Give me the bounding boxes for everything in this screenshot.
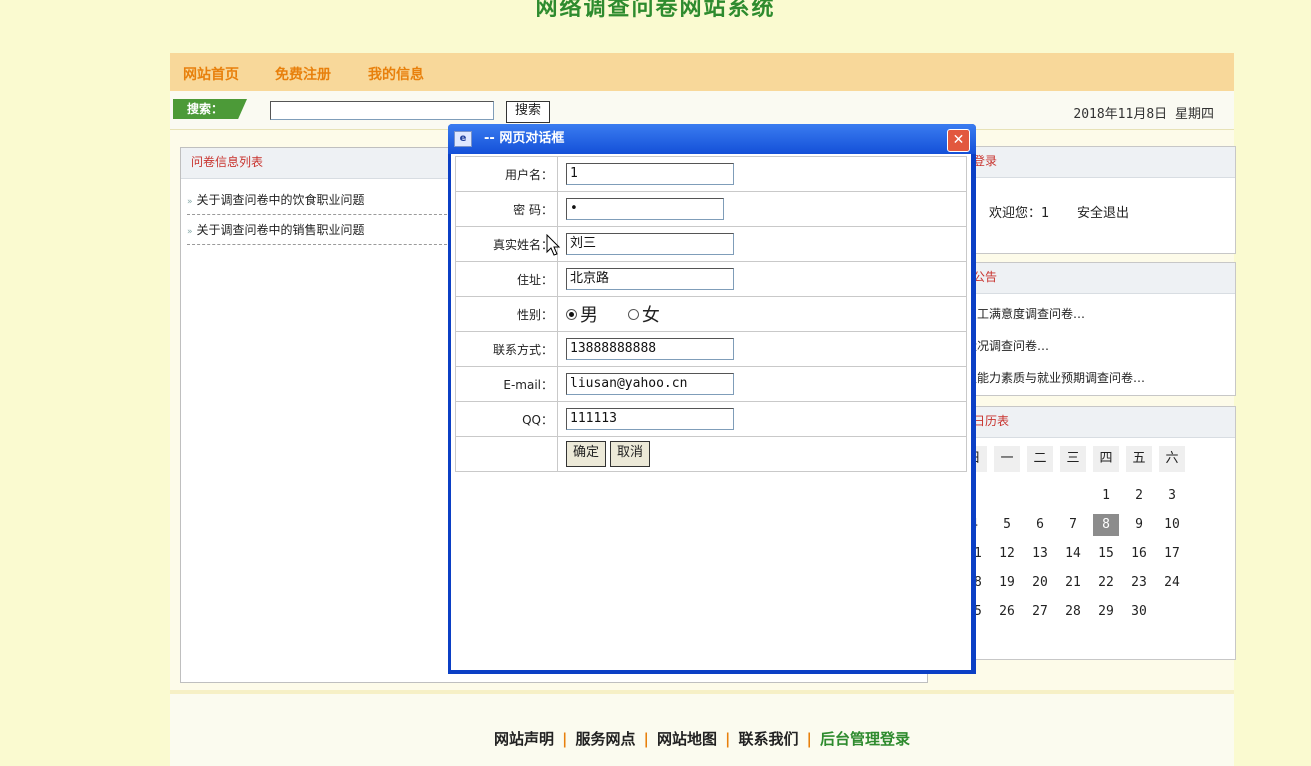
calendar-day[interactable]: 26 (994, 601, 1020, 623)
password-label: 密 码： (455, 191, 558, 227)
dialog-titlebar[interactable]: e -- 网页对话框 ✕ (448, 124, 976, 154)
bullet-icon: » (187, 227, 193, 237)
footer-link-contact[interactable]: 联系我们 (738, 730, 798, 748)
footer-link-statement[interactable]: 网站声明 (494, 730, 554, 748)
calendar-day[interactable]: 1 (1093, 485, 1119, 507)
calendar-day[interactable]: 3 (1159, 485, 1185, 507)
nav-home[interactable]: 网站首页 (183, 64, 239, 84)
list-item[interactable]: » 关于调查问卷中的销售职业问题 (187, 216, 447, 245)
calendar-day[interactable]: 28 (1060, 601, 1086, 623)
search-button[interactable]: 搜索 (506, 101, 550, 123)
calendar-weekday: 六 (1159, 446, 1185, 472)
mouse-cursor-icon (546, 234, 561, 256)
login-title: 登录 (961, 147, 1235, 178)
notice-item[interactable]: 状况调查问卷… (965, 337, 1049, 354)
qq-label: QQ： (455, 401, 558, 437)
calendar-day[interactable]: 12 (994, 543, 1020, 565)
calendar-day[interactable]: 19 (994, 572, 1020, 594)
top-nav: 网站首页 免费注册 我的信息 (170, 53, 1234, 91)
calendar-day[interactable]: 23 (1126, 572, 1152, 594)
calendar-day[interactable]: 2 (1126, 485, 1152, 507)
calendar-day[interactable]: 16 (1126, 543, 1152, 565)
footer-link-admin-login[interactable]: 后台管理登录 (820, 730, 910, 748)
username-label: 用户名： (455, 156, 558, 192)
calendar-weekday: 二 (1027, 446, 1053, 472)
footer-link-service[interactable]: 服务网点 (576, 730, 636, 748)
ok-button[interactable]: 确定 (566, 441, 607, 467)
site-title: 网络调查问卷网站系统 (535, 0, 776, 21)
username-field[interactable]: 1 (566, 163, 734, 185)
notice-item[interactable]: 生能力素质与就业预期调查问卷… (965, 369, 1145, 386)
notice-item[interactable]: 员工满意度调查问卷… (965, 305, 1085, 322)
calendar-day[interactable]: 13 (1027, 543, 1053, 565)
realname-label: 真实姓名： (455, 226, 558, 262)
nav-register[interactable]: 免费注册 (275, 64, 331, 84)
calendar-day[interactable]: 9 (1126, 514, 1152, 536)
list-item-label: 关于调查问卷中的饮食职业问题 (196, 193, 365, 207)
calendar-day[interactable]: 15 (1093, 543, 1119, 565)
search-input[interactable] (270, 101, 494, 120)
realname-field[interactable]: 刘三 (566, 233, 734, 255)
calendar-day[interactable]: 20 (1027, 572, 1053, 594)
calendar-day[interactable]: 7 (1060, 514, 1086, 536)
notice-panel: 公告 员工满意度调查问卷… 状况调查问卷… 生能力素质与就业预期调查问卷… (960, 262, 1236, 396)
calendar-day-today[interactable]: 8 (1093, 514, 1119, 536)
email-field[interactable]: liusan@yahoo.cn (566, 373, 734, 395)
calendar-day[interactable]: 27 (1027, 601, 1053, 623)
calendar-weekday: 五 (1126, 446, 1152, 472)
cancel-button[interactable]: 取消 (610, 441, 651, 467)
welcome-text: 欢迎您：1 (989, 206, 1050, 221)
calendar-weekday: 三 (1060, 446, 1086, 472)
calendar-day[interactable]: 21 (1060, 572, 1086, 594)
calendar-weekday: 四 (1093, 446, 1119, 472)
dialog-body: 用户名： 1 密 码： • 真实姓名： 刘三 住址： 北京路 性别： 男 女 联系方式：… (451, 154, 971, 670)
list-item[interactable]: » 关于调查问卷中的饮食职业问题 (187, 186, 447, 215)
calendar-day[interactable]: 14 (1060, 543, 1086, 565)
web-dialog: e -- 网页对话框 ✕ 用户名： 1 密 码： • 真实姓名： 刘三 住址： 北京路 … (448, 124, 976, 674)
gender-female-radio[interactable] (627, 308, 639, 320)
calendar-day[interactable]: 17 (1159, 543, 1185, 565)
logout-link[interactable]: 安全退出 (1077, 202, 1129, 221)
gender-male-radio[interactable] (566, 308, 577, 320)
phone-label: 联系方式： (455, 331, 558, 367)
calendar-day[interactable]: 6 (1027, 514, 1053, 536)
ie-page-icon: e (454, 131, 472, 147)
list-item-label: 关于调查问卷中的销售职业问题 (196, 223, 365, 237)
gender-female-label: 女 (641, 305, 660, 326)
current-date: 2018年11月8日 星期四 (1073, 107, 1214, 122)
calendar-day[interactable]: 5 (994, 514, 1020, 536)
footer: 网站声明 | 服务网点 | 网站地图 | 联系我们 | 后台管理登录 (170, 690, 1234, 766)
password-field[interactable]: • (566, 198, 724, 220)
calendar-day[interactable]: 29 (1093, 601, 1119, 623)
calendar-day[interactable]: 10 (1159, 514, 1185, 536)
bullet-icon: » (187, 197, 193, 207)
address-label: 住址： (455, 261, 558, 297)
notice-title: 公告 (961, 263, 1235, 294)
calendar-day[interactable]: 30 (1126, 601, 1152, 623)
nav-my-info[interactable]: 我的信息 (368, 64, 424, 84)
phone-field[interactable]: 13888888888 (566, 338, 734, 360)
calendar-day[interactable]: 24 (1159, 572, 1185, 594)
footer-links: 网站声明 | 服务网点 | 网站地图 | 联系我们 | 后台管理登录 (494, 730, 910, 748)
address-field[interactable]: 北京路 (566, 268, 734, 290)
qq-field[interactable]: 111113 (566, 408, 734, 430)
email-label: E-mail： (455, 366, 558, 402)
calendar-day[interactable]: 22 (1093, 572, 1119, 594)
gender-label: 性别： (455, 296, 558, 332)
search-label: 搜索： (173, 99, 247, 119)
login-panel: 登录 欢迎您：1 安全退出 (960, 146, 1236, 254)
calendar-panel: 日历表 日一二三四五六12345678910111213141516171819… (960, 406, 1236, 660)
dialog-title: -- 网页对话框 (484, 131, 565, 146)
calendar-weekday: 一 (994, 446, 1020, 472)
footer-link-sitemap[interactable]: 网站地图 (657, 730, 717, 748)
gender-male-label: 男 (580, 305, 598, 326)
calendar-title: 日历表 (961, 407, 1235, 438)
user-info-form: 用户名： 1 密 码： • 真实姓名： 刘三 住址： 北京路 性别： 男 女 联系方式：… (455, 156, 967, 472)
close-button[interactable]: ✕ (947, 129, 970, 152)
